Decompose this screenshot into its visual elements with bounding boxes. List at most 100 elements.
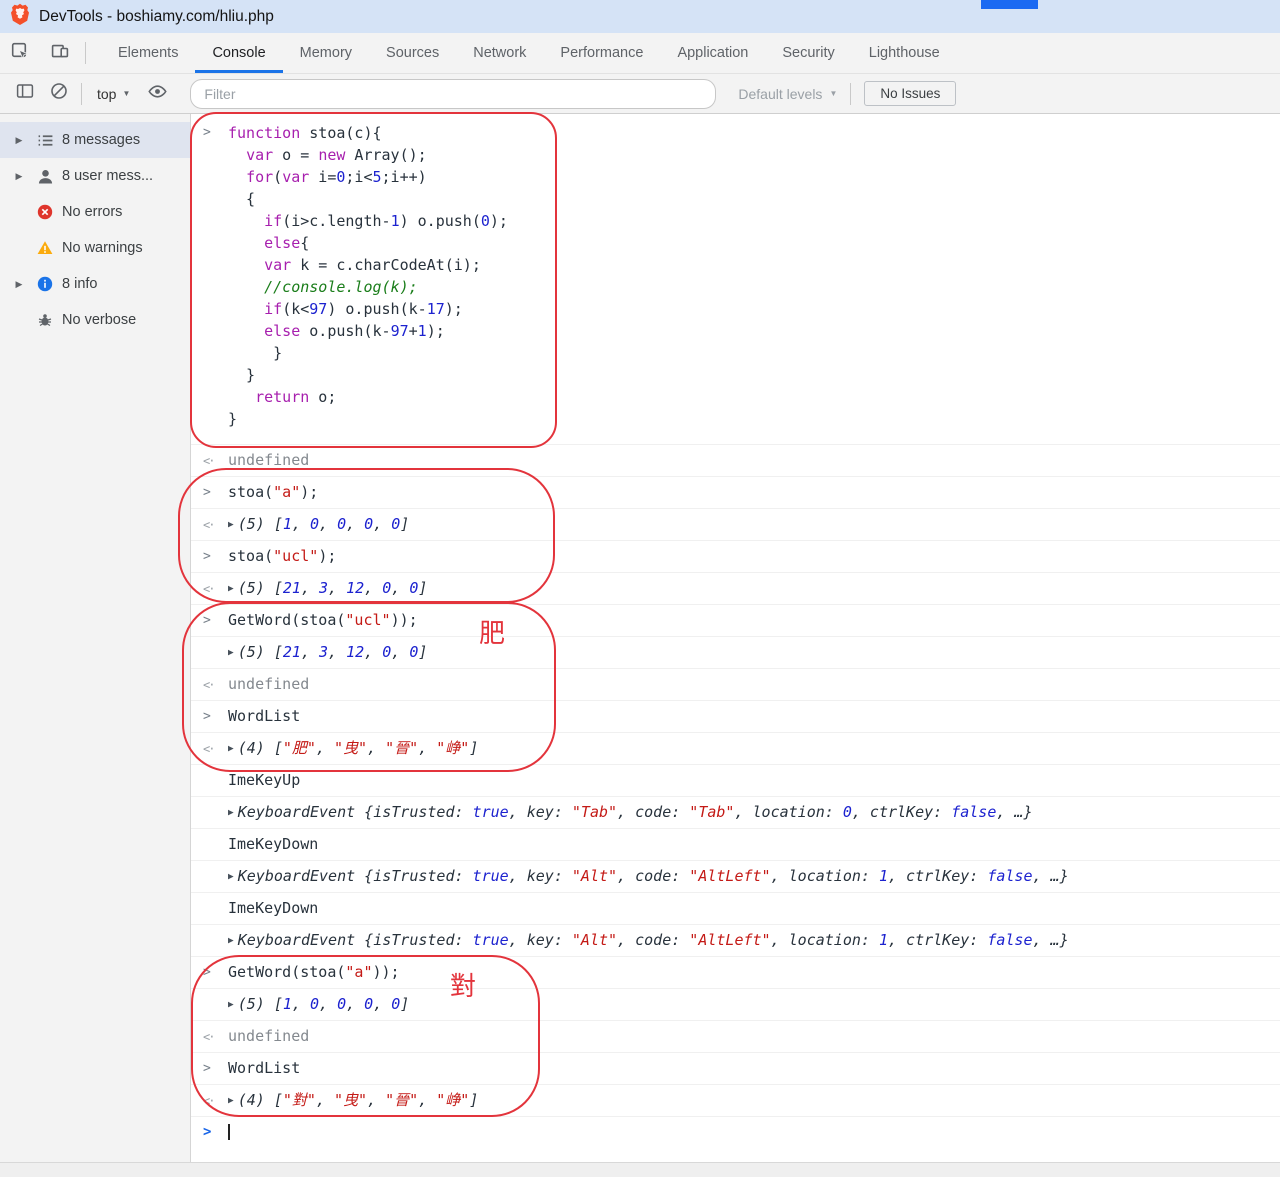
- token: ,: [346, 515, 364, 533]
- token: 0: [337, 995, 346, 1013]
- message-text: ▶(5) [1, 0, 0, 0, 0]: [228, 994, 1272, 1015]
- token: else: [264, 234, 300, 252]
- token: true: [473, 867, 509, 885]
- token: [228, 234, 264, 252]
- token: "曳": [334, 739, 367, 757]
- message-text: WordList: [228, 706, 1272, 727]
- token: 0: [310, 515, 319, 533]
- message-text: ▶(5) [1, 0, 0, 0, 0]: [228, 514, 1272, 535]
- sidebar-item-8-messages[interactable]: ▶8 messages: [0, 122, 190, 158]
- token: 0: [391, 515, 400, 533]
- token: "ucl": [345, 611, 390, 629]
- token: "對": [283, 1091, 316, 1109]
- info-icon: [35, 274, 55, 294]
- sidebar-item-8-info[interactable]: ▶8 info: [0, 266, 190, 302]
- token: ));: [373, 963, 400, 981]
- expand-triangle-icon[interactable]: ▶: [228, 866, 234, 887]
- console-log-imekeyup: ImeKeyUp: [191, 765, 1280, 797]
- expand-triangle-icon[interactable]: ▶: [228, 514, 234, 535]
- token: ,: [391, 579, 409, 597]
- expand-triangle-icon[interactable]: ▶: [228, 802, 234, 823]
- expand-triangle-icon[interactable]: ▶: [228, 738, 234, 759]
- tab-lighthouse[interactable]: Lighthouse: [852, 33, 957, 73]
- tab-console[interactable]: Console: [195, 33, 282, 73]
- tab-sources[interactable]: Sources: [369, 33, 456, 73]
- token: false: [951, 803, 996, 821]
- collapse-arrow-icon[interactable]: ▶: [10, 279, 28, 290]
- tab-network[interactable]: Network: [456, 33, 543, 73]
- token: undefined: [228, 675, 309, 693]
- token: ,: [418, 1091, 436, 1109]
- token: , ctrlKey:: [888, 931, 987, 949]
- token: ,: [301, 579, 319, 597]
- log-levels-dropdown[interactable]: Default levels ▼: [730, 86, 845, 102]
- console-log-imekeydown: ImeKeyDown: [191, 829, 1280, 861]
- token: (: [273, 168, 282, 186]
- token: 97: [309, 300, 327, 318]
- console-log-keyboardevent-alt: ▶KeyboardEvent {isTrusted: true, key: "A…: [191, 925, 1280, 957]
- console-sidebar-toggle-button[interactable]: [8, 78, 42, 110]
- collapse-arrow-icon[interactable]: ▶: [10, 135, 28, 146]
- tab-application[interactable]: Application: [660, 33, 765, 73]
- expand-triangle-icon[interactable]: ▶: [228, 578, 234, 599]
- token: 1: [879, 867, 888, 885]
- message-text: ImeKeyDown: [228, 898, 1272, 919]
- token: ]: [469, 739, 478, 757]
- javascript-context-selector[interactable]: top ▼: [87, 86, 140, 102]
- inspect-element-button[interactable]: [0, 33, 40, 73]
- token: 0: [409, 579, 418, 597]
- token: ,: [319, 515, 337, 533]
- token: "晉": [385, 1091, 418, 1109]
- create-live-expression-button[interactable]: [140, 78, 174, 110]
- token: );: [427, 322, 445, 340]
- tab-security[interactable]: Security: [765, 33, 851, 73]
- command-chevron-icon: >: [203, 1058, 211, 1079]
- console-sidebar-icon: [16, 82, 34, 105]
- device-toolbar-button[interactable]: [40, 33, 80, 73]
- sidebar-item-no-errors[interactable]: No errors: [0, 194, 190, 230]
- no-issues-button[interactable]: No Issues: [864, 81, 956, 106]
- tab-memory[interactable]: Memory: [283, 33, 369, 73]
- expand-triangle-icon[interactable]: ▶: [228, 1090, 234, 1111]
- token: 0: [310, 995, 319, 1013]
- token: 3: [319, 643, 328, 661]
- tab-performance[interactable]: Performance: [543, 33, 660, 73]
- titlebar: DevTools - boshiamy.com/hliu.php: [0, 0, 1280, 33]
- code-line: var o = new Array();: [228, 144, 1272, 166]
- message-text: undefined: [228, 450, 1272, 471]
- token: ]: [418, 579, 427, 597]
- token: new: [318, 146, 345, 164]
- expand-triangle-icon[interactable]: ▶: [228, 930, 234, 951]
- tab-elements[interactable]: Elements: [101, 33, 195, 73]
- sidebar-item-no-warnings[interactable]: No warnings: [0, 230, 190, 266]
- code-line: else o.push(k-97+1);: [228, 320, 1272, 342]
- message-text: stoa("ucl");: [228, 546, 1272, 567]
- token: stoa(: [228, 483, 273, 501]
- console-result-array: <·▶(5) [21, 3, 12, 0, 0]: [191, 573, 1280, 605]
- token: 0: [382, 579, 391, 597]
- divider: [850, 83, 851, 105]
- token: "曳": [334, 1091, 367, 1109]
- code-line: if(k<97) o.push(k-17);: [228, 298, 1272, 320]
- sidebar-item-8-user-mess[interactable]: ▶8 user mess...: [0, 158, 190, 194]
- blue-artifact-bar: [981, 0, 1038, 9]
- token: else: [264, 322, 300, 340]
- token: ,: [391, 643, 409, 661]
- token: [228, 278, 264, 296]
- token: var: [282, 168, 309, 186]
- console-prompt[interactable]: >: [191, 1117, 1280, 1149]
- console-panel: ▶8 messages▶8 user mess...No errorsNo wa…: [0, 114, 1280, 1162]
- filter-input[interactable]: [190, 79, 716, 109]
- collapse-arrow-icon[interactable]: ▶: [10, 171, 28, 182]
- clear-console-button[interactable]: [42, 78, 76, 110]
- user-icon: [35, 166, 55, 186]
- token: }: [228, 366, 255, 384]
- token: o.push(k-: [300, 322, 390, 340]
- expand-triangle-icon[interactable]: ▶: [228, 994, 234, 1015]
- token: ,: [373, 515, 391, 533]
- console-command-stoa-a: >stoa("a");: [191, 477, 1280, 509]
- token: true: [473, 931, 509, 949]
- sidebar-item-no-verbose[interactable]: No verbose: [0, 302, 190, 338]
- expand-triangle-icon[interactable]: ▶: [228, 642, 234, 663]
- token: , code:: [617, 931, 689, 949]
